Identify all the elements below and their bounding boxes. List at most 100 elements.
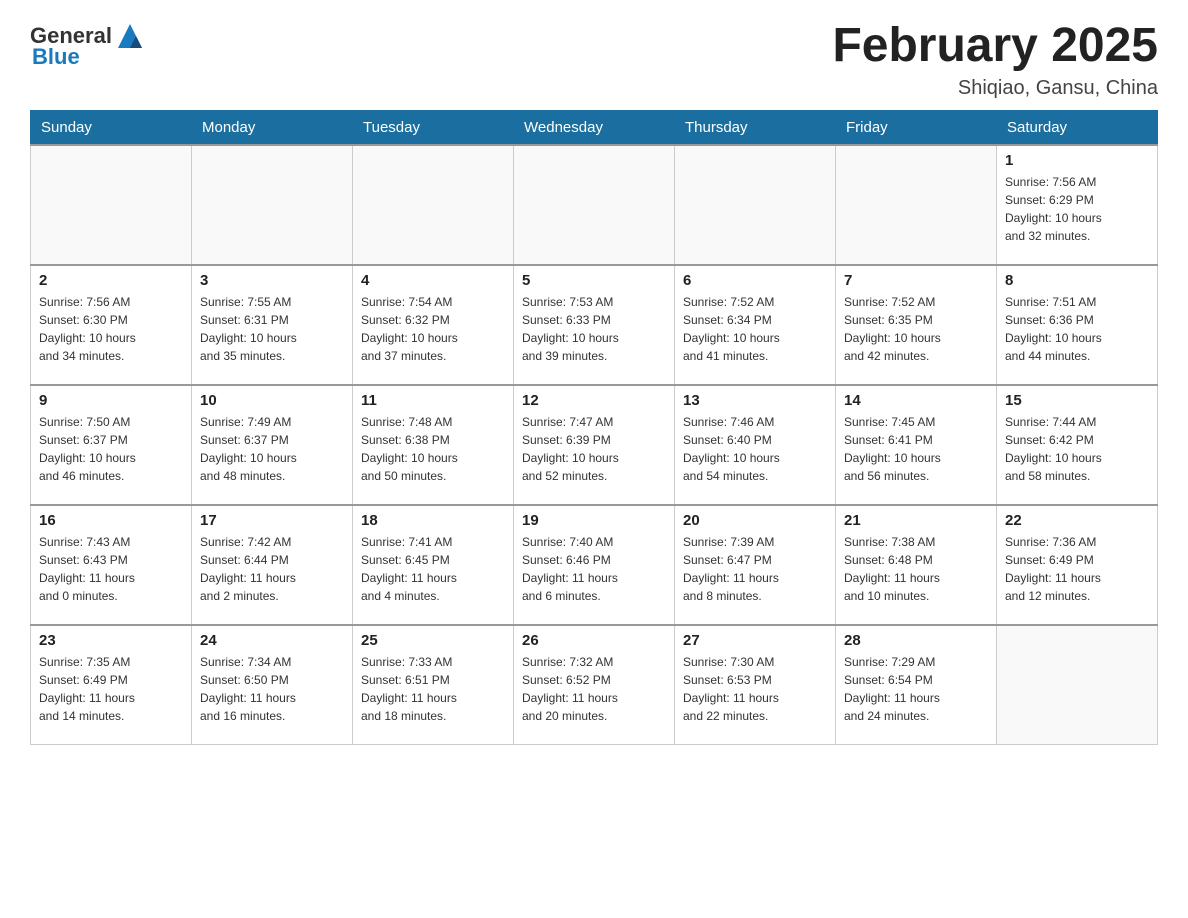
calendar-cell: 3 Sunrise: 7:55 AM Sunset: 6:31 PM Daylig… xyxy=(192,265,353,385)
logo-icon xyxy=(114,20,146,52)
day-number: 17 xyxy=(200,512,344,529)
day-info: Sunrise: 7:40 AM Sunset: 6:46 PM Dayligh… xyxy=(522,533,666,605)
day-number: 16 xyxy=(39,512,183,529)
calendar-cell: 10 Sunrise: 7:49 AM Sunset: 6:37 PM Dayli… xyxy=(192,385,353,505)
location-text: Shiqiao, Gansu, China xyxy=(832,77,1158,100)
day-number: 3 xyxy=(200,272,344,289)
day-info: Sunrise: 7:52 AM Sunset: 6:34 PM Dayligh… xyxy=(683,293,827,365)
day-info: Sunrise: 7:45 AM Sunset: 6:41 PM Dayligh… xyxy=(844,413,988,485)
calendar-cell xyxy=(31,145,192,265)
day-info: Sunrise: 7:51 AM Sunset: 6:36 PM Dayligh… xyxy=(1005,293,1149,365)
calendar-cell: 18 Sunrise: 7:41 AM Sunset: 6:45 PM Dayli… xyxy=(353,505,514,625)
day-number: 19 xyxy=(522,512,666,529)
calendar-cell: 8Sunrise: 7:51 AM Sunset: 6:36 PM Daylig… xyxy=(997,265,1158,385)
calendar-cell: 9Sunrise: 7:50 AM Sunset: 6:37 PM Daylig… xyxy=(31,385,192,505)
day-info: Sunrise: 7:53 AM Sunset: 6:33 PM Dayligh… xyxy=(522,293,666,365)
calendar-cell: 28 Sunrise: 7:29 AM Sunset: 6:54 PM Dayli… xyxy=(836,625,997,745)
day-number: 11 xyxy=(361,392,505,409)
week-row-4: 16 Sunrise: 7:43 AM Sunset: 6:43 PM Dayli… xyxy=(31,505,1158,625)
day-number: 14 xyxy=(844,392,988,409)
day-number: 20 xyxy=(683,512,827,529)
day-info: Sunrise: 7:32 AM Sunset: 6:52 PM Dayligh… xyxy=(522,653,666,725)
calendar-cell: 20 Sunrise: 7:39 AM Sunset: 6:47 PM Dayli… xyxy=(675,505,836,625)
day-number: 13 xyxy=(683,392,827,409)
day-number: 25 xyxy=(361,632,505,649)
day-info: Sunrise: 7:46 AM Sunset: 6:40 PM Dayligh… xyxy=(683,413,827,485)
day-number: 2 xyxy=(39,272,183,289)
day-info: Sunrise: 7:49 AM Sunset: 6:37 PM Dayligh… xyxy=(200,413,344,485)
calendar-cell xyxy=(514,145,675,265)
day-info: Sunrise: 7:54 AM Sunset: 6:32 PM Dayligh… xyxy=(361,293,505,365)
calendar-cell: 14 Sunrise: 7:45 AM Sunset: 6:41 PM Dayli… xyxy=(836,385,997,505)
calendar-cell: 26 Sunrise: 7:32 AM Sunset: 6:52 PM Dayli… xyxy=(514,625,675,745)
day-info: Sunrise: 7:30 AM Sunset: 6:53 PM Dayligh… xyxy=(683,653,827,725)
calendar-cell xyxy=(675,145,836,265)
calendar-cell: 12 Sunrise: 7:47 AM Sunset: 6:39 PM Dayli… xyxy=(514,385,675,505)
calendar-cell: 2 Sunrise: 7:56 AM Sunset: 6:30 PM Daylig… xyxy=(31,265,192,385)
day-number: 22 xyxy=(1005,512,1149,529)
day-info: Sunrise: 7:47 AM Sunset: 6:39 PM Dayligh… xyxy=(522,413,666,485)
month-title: February 2025 xyxy=(832,20,1158,73)
day-number: 6 xyxy=(683,272,827,289)
calendar-header-row: SundayMondayTuesdayWednesdayThursdayFrid… xyxy=(31,110,1158,145)
calendar-cell xyxy=(836,145,997,265)
day-info: Sunrise: 7:35 AM Sunset: 6:49 PM Dayligh… xyxy=(39,653,183,725)
page-header: General Blue February 2025 Shiqiao, Gans… xyxy=(30,20,1158,100)
calendar-cell: 1 Sunrise: 7:56 AM Sunset: 6:29 PM Daylig… xyxy=(997,145,1158,265)
calendar-cell xyxy=(353,145,514,265)
day-number: 10 xyxy=(200,392,344,409)
col-header-tuesday: Tuesday xyxy=(353,110,514,145)
day-info: Sunrise: 7:42 AM Sunset: 6:44 PM Dayligh… xyxy=(200,533,344,605)
day-number: 28 xyxy=(844,632,988,649)
title-block: February 2025 Shiqiao, Gansu, China xyxy=(832,20,1158,100)
day-info: Sunrise: 7:55 AM Sunset: 6:31 PM Dayligh… xyxy=(200,293,344,365)
day-number: 1 xyxy=(1005,152,1149,169)
calendar-cell: 13 Sunrise: 7:46 AM Sunset: 6:40 PM Dayli… xyxy=(675,385,836,505)
calendar-cell: 15 Sunrise: 7:44 AM Sunset: 6:42 PM Dayli… xyxy=(997,385,1158,505)
day-number: 4 xyxy=(361,272,505,289)
col-header-wednesday: Wednesday xyxy=(514,110,675,145)
day-info: Sunrise: 7:29 AM Sunset: 6:54 PM Dayligh… xyxy=(844,653,988,725)
week-row-5: 23Sunrise: 7:35 AM Sunset: 6:49 PM Dayli… xyxy=(31,625,1158,745)
day-info: Sunrise: 7:44 AM Sunset: 6:42 PM Dayligh… xyxy=(1005,413,1149,485)
calendar-cell: 19 Sunrise: 7:40 AM Sunset: 6:46 PM Dayli… xyxy=(514,505,675,625)
day-info: Sunrise: 7:36 AM Sunset: 6:49 PM Dayligh… xyxy=(1005,533,1149,605)
calendar-cell: 17 Sunrise: 7:42 AM Sunset: 6:44 PM Dayli… xyxy=(192,505,353,625)
day-number: 5 xyxy=(522,272,666,289)
calendar-cell: 6 Sunrise: 7:52 AM Sunset: 6:34 PM Daylig… xyxy=(675,265,836,385)
calendar-cell: 27 Sunrise: 7:30 AM Sunset: 6:53 PM Dayli… xyxy=(675,625,836,745)
logo-blue-text: Blue xyxy=(32,44,80,70)
calendar-cell: 22 Sunrise: 7:36 AM Sunset: 6:49 PM Dayli… xyxy=(997,505,1158,625)
col-header-saturday: Saturday xyxy=(997,110,1158,145)
week-row-1: 1 Sunrise: 7:56 AM Sunset: 6:29 PM Daylig… xyxy=(31,145,1158,265)
calendar-cell: 5 Sunrise: 7:53 AM Sunset: 6:33 PM Daylig… xyxy=(514,265,675,385)
day-number: 7 xyxy=(844,272,988,289)
day-info: Sunrise: 7:39 AM Sunset: 6:47 PM Dayligh… xyxy=(683,533,827,605)
calendar-cell: 7Sunrise: 7:52 AM Sunset: 6:35 PM Daylig… xyxy=(836,265,997,385)
day-number: 18 xyxy=(361,512,505,529)
col-header-sunday: Sunday xyxy=(31,110,192,145)
calendar-cell: 25 Sunrise: 7:33 AM Sunset: 6:51 PM Dayli… xyxy=(353,625,514,745)
day-number: 15 xyxy=(1005,392,1149,409)
day-info: Sunrise: 7:56 AM Sunset: 6:29 PM Dayligh… xyxy=(1005,173,1149,245)
day-number: 26 xyxy=(522,632,666,649)
day-number: 24 xyxy=(200,632,344,649)
day-number: 27 xyxy=(683,632,827,649)
day-number: 21 xyxy=(844,512,988,529)
calendar-table: SundayMondayTuesdayWednesdayThursdayFrid… xyxy=(30,110,1158,746)
calendar-cell xyxy=(192,145,353,265)
day-info: Sunrise: 7:56 AM Sunset: 6:30 PM Dayligh… xyxy=(39,293,183,365)
calendar-cell: 4 Sunrise: 7:54 AM Sunset: 6:32 PM Daylig… xyxy=(353,265,514,385)
day-info: Sunrise: 7:41 AM Sunset: 6:45 PM Dayligh… xyxy=(361,533,505,605)
logo: General Blue xyxy=(30,20,146,70)
calendar-cell: 24 Sunrise: 7:34 AM Sunset: 6:50 PM Dayli… xyxy=(192,625,353,745)
day-info: Sunrise: 7:33 AM Sunset: 6:51 PM Dayligh… xyxy=(361,653,505,725)
day-info: Sunrise: 7:34 AM Sunset: 6:50 PM Dayligh… xyxy=(200,653,344,725)
day-info: Sunrise: 7:50 AM Sunset: 6:37 PM Dayligh… xyxy=(39,413,183,485)
col-header-monday: Monday xyxy=(192,110,353,145)
day-info: Sunrise: 7:48 AM Sunset: 6:38 PM Dayligh… xyxy=(361,413,505,485)
day-number: 12 xyxy=(522,392,666,409)
week-row-2: 2 Sunrise: 7:56 AM Sunset: 6:30 PM Daylig… xyxy=(31,265,1158,385)
day-info: Sunrise: 7:43 AM Sunset: 6:43 PM Dayligh… xyxy=(39,533,183,605)
week-row-3: 9Sunrise: 7:50 AM Sunset: 6:37 PM Daylig… xyxy=(31,385,1158,505)
